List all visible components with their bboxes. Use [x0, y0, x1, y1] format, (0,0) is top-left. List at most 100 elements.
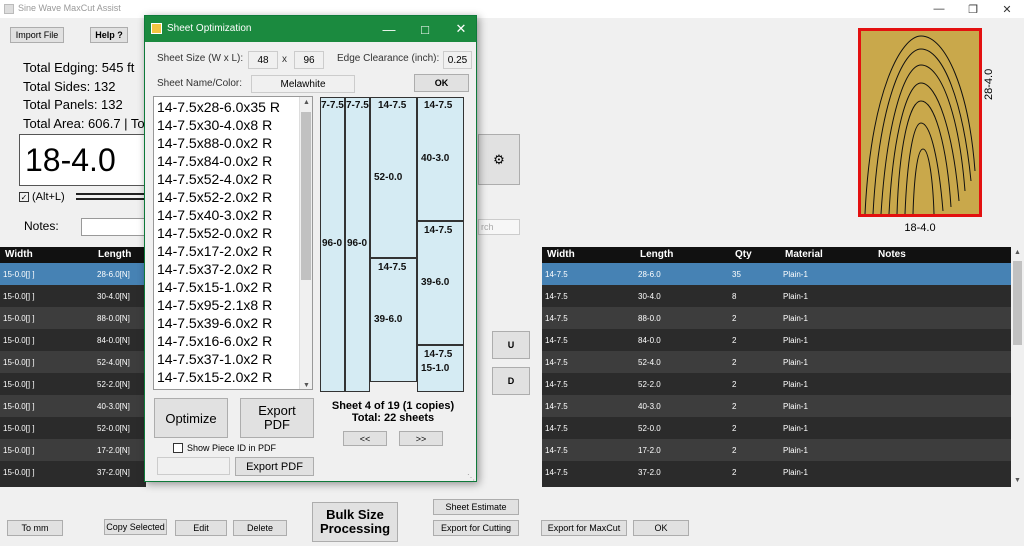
show-piece-id-checkbox[interactable] [173, 443, 183, 453]
table-row[interactable]: 14-7.5 88-0.0 2 Plain-1 [542, 307, 1011, 329]
list-item[interactable]: 14-7.5x84-0.0x2 R [157, 153, 272, 169]
table-row[interactable]: 15-0.0[] ] 52-0.0[N] [0, 417, 146, 439]
scroll-up-icon[interactable]: ▲ [1014, 249, 1021, 256]
dialog-ok-button[interactable]: OK [414, 74, 469, 92]
list-item[interactable]: 14-7.5x30-4.0x8 R [157, 117, 272, 133]
list-item[interactable]: 14-7.5x28-6.0x35 R [157, 99, 280, 115]
scrollbar-thumb[interactable] [1013, 261, 1022, 345]
col-qty: Qty [735, 249, 752, 260]
layout-piece: 7-7.5 96-0 [345, 97, 370, 392]
app-icon [4, 4, 14, 14]
scroll-down-icon[interactable]: ▼ [1014, 477, 1021, 484]
list-item[interactable]: 14-7.5x15-1.0x2 R [157, 279, 272, 295]
list-item[interactable]: 14-7.5x88-0.0x2 R [157, 135, 272, 151]
export-for-cutting-button[interactable]: Export for Cutting [433, 520, 519, 536]
import-file-button[interactable]: Import File [10, 27, 64, 43]
list-item[interactable]: 14-7.5x16-6.0x2 R [157, 333, 272, 349]
close-icon[interactable]: ✕ [990, 0, 1024, 18]
list-item[interactable]: 14-7.5x40-3.0x2 R [157, 207, 272, 223]
list-item[interactable]: 14-7.5x95-2.1x8 R [157, 297, 272, 313]
sheet-length-input[interactable]: 96 [294, 51, 324, 69]
layout-piece: 14-7.5 15-1.0 [417, 345, 464, 392]
dialog-maximize-icon[interactable]: □ [407, 16, 443, 42]
help-button[interactable]: Help ? [90, 27, 128, 43]
move-up-button[interactable]: U [492, 331, 530, 359]
list-item[interactable]: 14-7.5x17-2.0x2 R [157, 243, 272, 259]
optimize-button[interactable]: Optimize [154, 398, 228, 438]
sheet-name-input[interactable]: Melawhite [251, 75, 355, 93]
col-material: Material [785, 249, 823, 260]
restore-icon[interactable]: ❐ [956, 0, 990, 18]
scrollbar-thumb[interactable] [301, 112, 311, 280]
table-row[interactable]: 14-7.5 17-2.0 2 Plain-1 [542, 439, 1011, 461]
table-row[interactable]: 14-7.5 52-0.0 2 Plain-1 [542, 417, 1011, 439]
settings-button[interactable]: ⚙ [478, 134, 520, 185]
search-input[interactable]: rch [478, 219, 520, 235]
table-row[interactable]: 14-7.5 28-6.0 35 Plain-1 [542, 263, 1011, 285]
export-for-maxcut-button[interactable]: Export for MaxCut [541, 520, 627, 536]
previous-sheet-button[interactable]: << [343, 431, 387, 446]
scroll-down-icon[interactable]: ▼ [303, 382, 310, 389]
list-item[interactable]: 14-7.5x52-2.0x2 R [157, 189, 272, 205]
pieces-list-scrollbar[interactable]: ▲ ▼ [299, 97, 312, 389]
minimize-icon[interactable]: — [922, 0, 956, 18]
dialog-minimize-icon[interactable]: — [371, 16, 407, 42]
list-item[interactable]: 14-7.5x39-6.0x2 R [157, 315, 272, 331]
altl-checkbox[interactable]: ✓ [19, 192, 29, 202]
layout-piece: 14-7.5 39-6.0 [370, 258, 417, 382]
list-item[interactable]: 14-7.5x37-2.0x2 R [157, 261, 272, 277]
move-down-button[interactable]: D [492, 367, 530, 395]
panel-preview [858, 28, 982, 217]
right-table-header: Width Length Qty Material Notes [542, 247, 1024, 263]
table-row[interactable]: 14-7.5 40-3.0 2 Plain-1 [542, 395, 1011, 417]
table-row[interactable]: 14-7.5 52-4.0 2 Plain-1 [542, 351, 1011, 373]
resize-grip-icon[interactable]: ⋱ [467, 473, 475, 482]
table-row[interactable]: 15-0.0[] ] 52-4.0[N] [0, 351, 146, 373]
table-row[interactable]: 15-0.0[] ] 40-3.0[N] [0, 395, 146, 417]
table-row[interactable]: 14-7.5 52-2.0 2 Plain-1 [542, 373, 1011, 395]
table-row[interactable]: 15-0.0[] ] 30-4.0[N] [0, 285, 146, 307]
delete-button[interactable]: Delete [233, 520, 287, 536]
edge-clearance-input[interactable]: 0.25 [443, 51, 472, 69]
show-piece-id-row[interactable]: Show Piece ID in PDF [173, 443, 276, 453]
list-item[interactable]: 14-7.5x52-0.0x2 R [157, 225, 272, 241]
sheet-size-label: Sheet Size (W x L): [157, 53, 244, 64]
next-sheet-button[interactable]: >> [399, 431, 443, 446]
table-row[interactable]: 14-7.5 37-2.0 2 Plain-1 [542, 461, 1011, 483]
dialog-close-icon[interactable]: ✕ [443, 16, 479, 42]
scroll-up-icon[interactable]: ▲ [303, 99, 310, 106]
table-row[interactable]: 15-0.0[] ] 28-6.0[N] [0, 263, 146, 285]
list-item[interactable]: 14-7.5x37-1.0x2 R [157, 351, 272, 367]
right-table-scrollbar[interactable]: ▲ ▼ [1011, 247, 1024, 487]
table-row[interactable]: 15-0.0[] ] 88-0.0[N] [0, 307, 146, 329]
sheet-estimate-button[interactable]: Sheet Estimate [433, 499, 519, 515]
pdf-filename-input[interactable] [157, 457, 230, 475]
edit-button[interactable]: Edit [175, 520, 227, 536]
layout-piece: 14-7.5 39-6.0 [417, 221, 464, 345]
wood-grain-graphic [864, 35, 976, 215]
show-piece-id-label: Show Piece ID in PDF [187, 443, 277, 453]
divider [76, 198, 146, 200]
table-row[interactable]: 15-0.0[] ] 52-2.0[N] [0, 373, 146, 395]
notes-input[interactable] [81, 218, 147, 236]
list-item[interactable]: 14-7.5x15-2.0x2 R [157, 369, 272, 385]
ok-button[interactable]: OK [633, 520, 689, 536]
dialog-title-bar[interactable]: Sheet Optimization — □ ✕ [145, 16, 476, 42]
table-row[interactable]: 15-0.0[] ] 84-0.0[N] [0, 329, 146, 351]
bulk-size-processing-button[interactable]: Bulk Size Processing [312, 502, 398, 542]
export-pdf-small-button[interactable]: Export PDF [235, 457, 314, 476]
export-pdf-large-button[interactable]: Export PDF [240, 398, 314, 438]
copy-selected-button[interactable]: Copy Selected [104, 519, 167, 535]
sheet-width-input[interactable]: 48 [248, 51, 278, 69]
list-item[interactable]: 14-7.5x52-4.0x2 R [157, 171, 272, 187]
altl-checkbox-row[interactable]: ✓ (Alt+L) [19, 191, 65, 203]
altl-label: (Alt+L) [32, 191, 65, 203]
table-row[interactable]: 14-7.5 84-0.0 2 Plain-1 [542, 329, 1011, 351]
pieces-list[interactable]: 14-7.5x28-6.0x35 R 14-7.5x30-4.0x8 R 14-… [153, 96, 313, 390]
to-mm-button[interactable]: To mm [7, 520, 63, 536]
table-row[interactable]: 14-7.5 30-4.0 8 Plain-1 [542, 285, 1011, 307]
app-title: Sine Wave MaxCut Assist [18, 3, 121, 13]
gear-icon: ⚙ [493, 151, 505, 167]
table-row[interactable]: 15-0.0[] ] 17-2.0[N] [0, 439, 146, 461]
table-row[interactable]: 15-0.0[] ] 37-2.0[N] [0, 461, 146, 483]
